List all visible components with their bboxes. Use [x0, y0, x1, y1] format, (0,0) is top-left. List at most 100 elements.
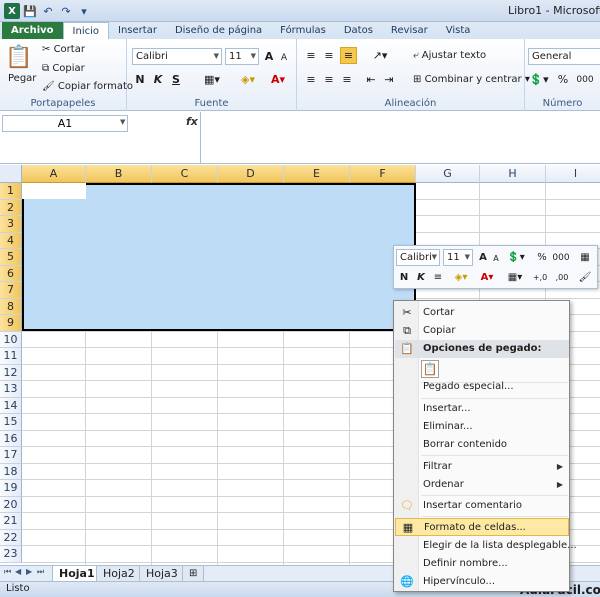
row-header-7[interactable]: 7 — [0, 282, 22, 299]
formula-input[interactable] — [200, 112, 600, 164]
menu-item-format-cells[interactable]: ▦ Formato de celdas... — [395, 518, 569, 536]
mini-center-icon[interactable]: ≡ — [430, 269, 446, 286]
italic-button[interactable]: K — [151, 71, 165, 88]
increase-indent-icon[interactable]: ⇥ — [381, 71, 397, 87]
font-name-combo[interactable]: Calibri ▼ — [132, 48, 222, 65]
mini-shrink-font-icon[interactable]: A — [490, 251, 502, 266]
mini-font-color-icon[interactable]: A▾ — [476, 269, 498, 286]
row-header-13[interactable]: 13 — [0, 381, 22, 398]
tab-inicio[interactable]: Inicio — [62, 22, 110, 39]
tab-datos[interactable]: Datos — [335, 22, 382, 39]
mini-grow-font-icon[interactable]: A — [476, 249, 490, 266]
row-header-15[interactable]: 15 — [0, 414, 22, 431]
align-top-icon[interactable]: ≡ — [303, 47, 319, 63]
redo-icon[interactable]: ↷ — [58, 3, 74, 19]
orientation-icon[interactable]: ↗▾ — [369, 47, 391, 63]
row-header-17[interactable]: 17 — [0, 447, 22, 464]
column-header-b[interactable]: B — [86, 165, 152, 183]
row-header-11[interactable]: 11 — [0, 348, 22, 365]
insert-function-button[interactable]: fx — [186, 115, 198, 128]
grow-font-button[interactable]: A — [262, 48, 276, 65]
name-box[interactable]: A1 — [2, 115, 128, 132]
underline-button[interactable]: S — [169, 71, 183, 88]
align-right-icon[interactable]: ≡ — [339, 71, 355, 87]
menu-item-cut[interactable]: ✂ Cortar — [395, 304, 569, 322]
sheet-tab-hoja1[interactable]: Hoja1 — [52, 566, 102, 582]
mini-increase-decimal-icon[interactable]: +,0 — [530, 269, 550, 286]
align-center-icon[interactable]: ≡ — [321, 71, 337, 87]
tab-insertar[interactable]: Insertar — [109, 22, 166, 39]
decrease-indent-icon[interactable]: ⇤ — [363, 71, 379, 87]
align-bottom-icon[interactable]: ≡ — [340, 47, 357, 64]
menu-item-pick-list[interactable]: Elegir de la lista desplegable... — [395, 537, 577, 555]
row-header-14[interactable]: 14 — [0, 397, 22, 414]
column-header-f[interactable]: F — [350, 165, 416, 183]
borders-icon[interactable]: ▦▾ — [197, 71, 227, 88]
row-header-5[interactable]: 5 — [0, 249, 22, 266]
paste-clipboard-icon[interactable]: 📋 — [421, 360, 439, 378]
copy-button[interactable]: ⧉ Copiar — [42, 63, 85, 74]
column-header-a[interactable]: A — [22, 165, 86, 183]
menu-item-insert-comment[interactable]: 🗨 Insertar comentario — [395, 497, 569, 515]
first-sheet-icon[interactable]: ⏮ — [4, 567, 11, 577]
mini-size-combo[interactable]: 11 ▼ — [443, 249, 473, 266]
paste-button[interactable]: Pegar — [8, 73, 36, 84]
thousands-button[interactable]: 000 — [573, 71, 597, 88]
number-format-combo[interactable]: General — [528, 48, 600, 65]
row-header-8[interactable]: 8 — [0, 298, 22, 315]
column-header-e[interactable]: E — [284, 165, 350, 183]
row-header-23[interactable]: 23 — [0, 546, 22, 563]
menu-item-insert[interactable]: Insertar... — [395, 400, 569, 418]
mini-fill-color-icon[interactable]: ◈▾ — [450, 269, 472, 286]
menu-item-delete[interactable]: Eliminar... — [395, 418, 569, 436]
tab-vista[interactable]: Vista — [437, 22, 480, 39]
align-middle-icon[interactable]: ≡ — [321, 47, 337, 63]
mini-italic-icon[interactable]: K — [414, 269, 428, 286]
mini-thousands-button[interactable]: 000 — [550, 249, 572, 266]
mini-brush-icon[interactable]: 🖌 — [576, 269, 594, 286]
wrap-text-button[interactable]: ⤶ Ajustar texto — [413, 50, 486, 61]
mini-format-painter-icon[interactable]: ▦ — [576, 249, 594, 266]
currency-icon[interactable]: 💲▾ — [527, 71, 551, 88]
percent-button[interactable]: % — [557, 71, 569, 88]
row-header-22[interactable]: 22 — [0, 529, 22, 546]
tab-diseno-pagina[interactable]: Diseño de página — [166, 22, 271, 39]
row-header-18[interactable]: 18 — [0, 463, 22, 480]
last-sheet-icon[interactable]: ⏭ — [37, 567, 44, 577]
prev-sheet-icon[interactable]: ◀ — [15, 567, 21, 576]
shrink-font-button[interactable]: A — [277, 50, 291, 65]
format-painter-button[interactable]: 🖌 Copiar formato — [42, 81, 133, 92]
undo-icon[interactable]: ↶ — [40, 3, 56, 19]
paste-icon[interactable]: 📋 — [4, 42, 34, 72]
mini-borders-icon[interactable]: ▦▾ — [504, 269, 526, 286]
selected-range[interactable] — [22, 183, 416, 331]
mini-font-combo[interactable]: Calibri ▼ — [396, 249, 440, 266]
name-box-dropdown-icon[interactable]: ▼ — [120, 118, 125, 126]
column-header-h[interactable]: H — [480, 165, 546, 183]
row-header-9[interactable]: 9 — [0, 315, 22, 332]
align-left-icon[interactable]: ≡ — [303, 71, 319, 87]
row-header-3[interactable]: 3 — [0, 216, 22, 233]
row-header-1[interactable]: 1 — [0, 183, 22, 200]
tab-archivo[interactable]: Archivo — [2, 22, 63, 39]
row-header-2[interactable]: 2 — [0, 199, 22, 216]
mini-percent-button[interactable]: % — [536, 249, 548, 266]
font-size-combo[interactable]: 11 ▼ — [225, 48, 259, 65]
next-sheet-icon[interactable]: ▶ — [26, 567, 32, 576]
row-header-4[interactable]: 4 — [0, 232, 22, 249]
tab-revisar[interactable]: Revisar — [382, 22, 437, 39]
mini-bold-icon[interactable]: N — [397, 269, 411, 286]
mini-currency-icon[interactable]: 💲▾ — [506, 249, 526, 266]
insert-sheet-icon[interactable]: ⊞ — [182, 566, 205, 582]
select-all-corner[interactable] — [0, 165, 22, 183]
customize-qat-icon[interactable]: ▾ — [76, 3, 92, 19]
tab-formulas[interactable]: Fórmulas — [271, 22, 335, 39]
sheet-tab-hoja3[interactable]: Hoja3 — [139, 566, 185, 582]
menu-item-hyperlink[interactable]: 🌐 Hipervínculo... — [395, 573, 569, 591]
column-header-i[interactable]: I — [546, 165, 600, 183]
column-header-c[interactable]: C — [152, 165, 218, 183]
column-header-d[interactable]: D — [218, 165, 284, 183]
cut-button[interactable]: ✂ Cortar — [42, 44, 85, 55]
row-header-10[interactable]: 10 — [0, 331, 22, 348]
menu-item-sort[interactable]: Ordenar ▶ — [395, 476, 569, 494]
